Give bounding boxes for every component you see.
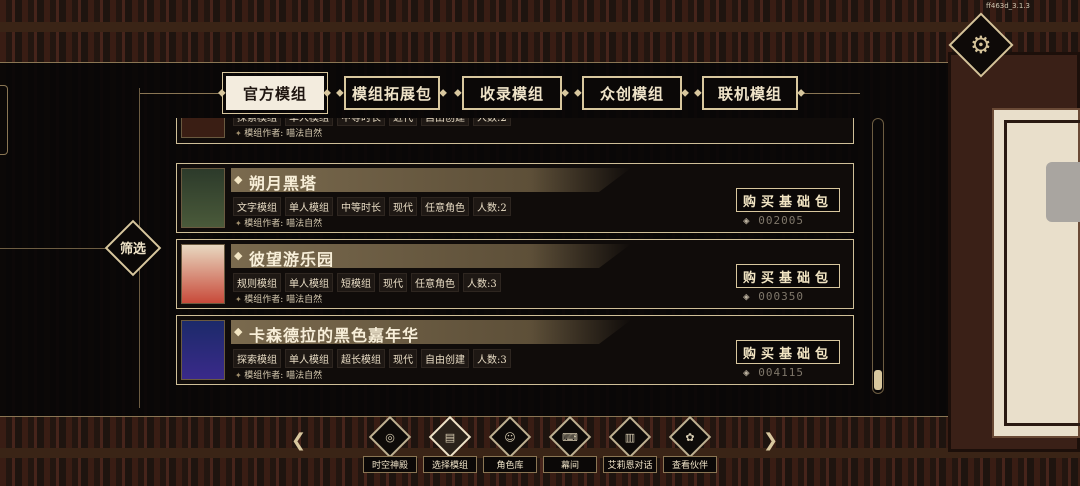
nav-label: 幕间 (543, 456, 597, 473)
mod-title: 卡森德拉的黑色嘉年华 (249, 326, 420, 345)
nav-label: 选择模组 (423, 456, 477, 473)
mod-card[interactable]: ◆ 彼望游乐园 规则模组 单人模组 短模组 现代 任意角色 人数:3 模组作者:… (176, 239, 854, 309)
diamond-icon: ◆ (234, 173, 243, 186)
tag: 自由创建 (421, 118, 469, 126)
mod-cover (181, 320, 225, 380)
nav-partners[interactable]: ✿ 查看伙伴 (663, 415, 717, 473)
tab-divider-right (800, 93, 860, 94)
tag: 人数:2 (473, 118, 511, 126)
tab-online-mods[interactable]: 联机模组 (702, 76, 798, 110)
mod-tags: 文字模组 单人模组 中等时长 现代 任意角色 人数:2 (233, 197, 511, 216)
tag: 文字模组 (233, 197, 281, 216)
tag: 任意角色 (421, 197, 469, 216)
mod-title: 朔月黑塔 (249, 174, 318, 193)
nav-select-mod[interactable]: ▤ 选择模组 (423, 415, 477, 473)
tag: 单人模组 (285, 273, 333, 292)
typewriter-icon: ⌨ (548, 415, 592, 459)
diamond-icon: ◆ (234, 325, 243, 338)
mod-card[interactable]: 探索模组 单人模组 中等时长 近代 自由创建 人数:2 模组作者: 喵法自然 (176, 118, 854, 144)
version-label: ff463d_3.1.3 (986, 2, 1030, 10)
panel-edge-tab[interactable] (0, 85, 8, 155)
mod-list[interactable]: 探索模组 单人模组 中等时长 近代 自由创建 人数:2 模组作者: 喵法自然 ◆… (176, 118, 856, 386)
mod-author: 模组作者: 喵法自然 (235, 216, 322, 229)
filter-label[interactable]: 筛选 (113, 238, 153, 257)
nav-interlude[interactable]: ⌨ 幕间 (543, 415, 597, 473)
tag: 探索模组 (233, 349, 281, 368)
buy-base-pack-button[interactable]: 购买基础包 (736, 340, 840, 364)
tab-official-mods[interactable]: 官方模组 (222, 72, 328, 114)
tag: 自由创建 (421, 349, 469, 368)
filter-connector (0, 248, 113, 249)
nav-character-library[interactable]: ☺ 角色库 (483, 415, 537, 473)
tag: 中等时长 (337, 197, 385, 216)
scrollbar-thumb[interactable] (874, 370, 882, 390)
temple-icon: ◎ (368, 415, 412, 459)
mod-cover (181, 244, 225, 304)
cards-icon: ▤ (428, 415, 472, 459)
buy-base-pack-button[interactable]: 购买基础包 (736, 264, 840, 288)
tag: 规则模组 (233, 273, 281, 292)
mod-price: 004115 (743, 366, 804, 379)
tag: 单人模组 (285, 197, 333, 216)
tab-mod-expansions[interactable]: 模组拓展包 (344, 76, 440, 110)
mod-tags: 规则模组 单人模组 短模组 现代 任意角色 人数:3 (233, 273, 501, 292)
diamond-icon: ◆ (234, 249, 243, 262)
tab-community-mods[interactable]: 众创模组 (582, 76, 682, 110)
tab-collected-mods[interactable]: 收录模组 (462, 76, 562, 110)
tag: 超长模组 (337, 349, 385, 368)
character-icon: ☺ (488, 415, 532, 459)
book-illustration (1046, 162, 1080, 222)
nav-prev-arrow-icon[interactable]: ❮ (291, 430, 306, 451)
tag: 近代 (389, 118, 417, 126)
tag: 现代 (379, 273, 407, 292)
tag: 人数:3 (463, 273, 501, 292)
mod-card[interactable]: ◆ 卡森德拉的黑色嘉年华 探索模组 单人模组 超长模组 现代 自由创建 人数:3… (176, 315, 854, 385)
mod-author: 模组作者: 喵法自然 (235, 126, 322, 139)
partners-icon: ✿ (668, 415, 712, 459)
tag: 任意角色 (411, 273, 459, 292)
dialogue-icon: ▥ (608, 415, 652, 459)
tag: 探索模组 (233, 118, 281, 126)
mod-cover (181, 118, 225, 138)
nav-dialogue[interactable]: ▥ 艾莉恩对话 (603, 415, 657, 473)
nav-label: 艾莉恩对话 (603, 456, 657, 473)
tag: 人数:3 (473, 349, 511, 368)
nav-next-arrow-icon[interactable]: ❯ (763, 430, 778, 451)
buy-base-pack-button[interactable]: 购买基础包 (736, 188, 840, 212)
mod-title: 彼望游乐园 (249, 250, 335, 269)
tag: 人数:2 (473, 197, 511, 216)
tag: 现代 (389, 349, 417, 368)
mod-price: 000350 (743, 290, 804, 303)
mod-tags: 探索模组 单人模组 超长模组 现代 自由创建 人数:3 (233, 349, 511, 368)
mod-card[interactable]: ◆ 朔月黑塔 文字模组 单人模组 中等时长 现代 任意角色 人数:2 模组作者:… (176, 163, 854, 233)
tag: 短模组 (337, 273, 375, 292)
bottom-nav: ❮ ❯ ◎ 时空神殿 ▤ 选择模组 ☺ 角色库 ⌨ 幕间 ▥ 艾莉恩对话 ✿ 查… (283, 415, 791, 473)
scrollbar-track[interactable] (872, 118, 884, 394)
nav-label: 查看伙伴 (663, 456, 717, 473)
mod-price: 002005 (743, 214, 804, 227)
tab-divider-left (140, 93, 222, 94)
tag: 现代 (389, 197, 417, 216)
gear-icon: ⚙ (970, 30, 992, 59)
mod-author: 模组作者: 喵法自然 (235, 292, 322, 305)
tag: 中等时长 (337, 118, 385, 126)
tag: 单人模组 (285, 349, 333, 368)
mod-tags: 探索模组 单人模组 中等时长 近代 自由创建 人数:2 (233, 118, 511, 126)
mod-author: 模组作者: 喵法自然 (235, 368, 322, 381)
nav-label: 时空神殿 (363, 456, 417, 473)
nav-label: 角色库 (483, 456, 537, 473)
tag: 单人模组 (285, 118, 333, 126)
nav-temple[interactable]: ◎ 时空神殿 (363, 415, 417, 473)
mod-cover (181, 168, 225, 228)
